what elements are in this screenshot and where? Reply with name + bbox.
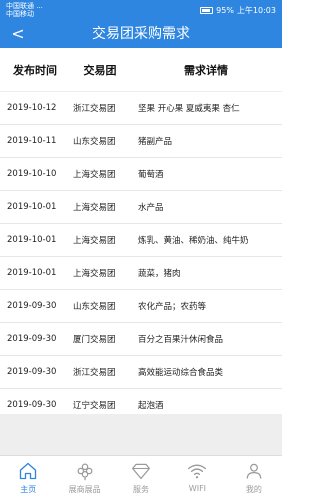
table-row[interactable]: 2019-10-01 上海交易团 炼乳、黄油、稀奶油、纯牛奶 <box>0 224 282 257</box>
row-detail: 猪副产品 <box>138 137 173 147</box>
header-detail: 需求详情 <box>184 63 228 77</box>
table-row[interactable]: 2019-10-11 山东交易团 猪副产品 <box>0 125 282 158</box>
table-row[interactable]: 2019-10-01 上海交易团 蔬菜，猪肉 <box>0 257 282 290</box>
carrier-line-2: 中国移动 <box>6 10 34 18</box>
clock: 上午10:03 <box>236 6 276 15</box>
row-date: 2019-10-10 <box>7 169 57 179</box>
status-bar: 中国联通 ... 中国移动 95% 上午10:03 <box>0 0 282 20</box>
user-icon <box>246 463 262 479</box>
bottom-tab-bar: 主页 展商展品 服务 WIFI 我的 <box>0 455 282 500</box>
row-detail: 农化产品；农药等 <box>138 302 207 312</box>
row-detail: 起泡酒 <box>138 401 164 411</box>
nav-bar: 交易团采购需求 < <box>0 20 282 48</box>
row-detail: 炼乳、黄油、稀奶油、纯牛奶 <box>138 236 249 246</box>
wifi-icon <box>188 464 207 479</box>
tab-wifi[interactable]: WIFI <box>169 456 225 500</box>
row-group: 浙江交易团 <box>73 368 116 378</box>
row-group: 辽宁交易团 <box>73 401 116 411</box>
tab-service[interactable]: 服务 <box>113 456 169 500</box>
row-detail: 坚果 开心果 夏威夷果 杏仁 <box>138 104 240 114</box>
row-date: 2019-10-01 <box>7 235 57 245</box>
row-date: 2019-09-30 <box>7 400 57 410</box>
row-group: 上海交易团 <box>73 236 116 246</box>
row-date: 2019-09-30 <box>7 334 57 344</box>
table-body: 2019-10-12 浙江交易团 坚果 开心果 夏威夷果 杏仁 2019-10-… <box>0 92 282 422</box>
table-row[interactable]: 2019-09-30 厦门交易团 百分之百果汁休闲食品 <box>0 323 282 356</box>
table-row[interactable]: 2019-10-12 浙江交易团 坚果 开心果 夏威夷果 杏仁 <box>0 92 282 125</box>
tab-home[interactable]: 主页 <box>0 456 56 500</box>
row-date: 2019-10-01 <box>7 268 57 278</box>
row-group: 山东交易团 <box>73 137 116 147</box>
row-date: 2019-10-12 <box>7 103 57 113</box>
table-header: 发布时间 交易团 需求详情 <box>0 48 282 92</box>
page-title: 交易团采购需求 <box>92 26 190 42</box>
row-detail: 葡萄酒 <box>138 170 164 180</box>
empty-area <box>0 414 282 455</box>
row-group: 浙江交易团 <box>73 104 116 114</box>
tab-exhibitors-label: 展商展品 <box>68 485 101 494</box>
row-detail: 水产品 <box>138 203 164 213</box>
battery-level: 95% <box>216 6 234 15</box>
row-detail: 蔬菜，猪肉 <box>138 269 181 279</box>
exhibitor-icon <box>77 463 93 481</box>
row-group: 上海交易团 <box>73 269 116 279</box>
status-right: 95% 上午10:03 <box>200 5 276 16</box>
tab-profile-label: 我的 <box>245 485 262 494</box>
row-detail: 高效能运动综合食品类 <box>138 368 224 378</box>
battery-icon <box>200 7 214 14</box>
table-row[interactable]: 2019-09-30 浙江交易团 高效能运动综合食品类 <box>0 356 282 389</box>
home-icon <box>20 462 37 480</box>
table-row[interactable]: 2019-10-01 上海交易团 水产品 <box>0 191 282 224</box>
header-group: 交易团 <box>83 63 117 77</box>
row-date: 2019-10-01 <box>7 202 57 212</box>
row-group: 上海交易团 <box>73 170 116 180</box>
row-date: 2019-09-30 <box>7 367 57 377</box>
row-group: 上海交易团 <box>73 203 116 213</box>
tab-wifi-label: WIFI <box>188 484 207 493</box>
table-row[interactable]: 2019-09-30 山东交易团 农化产品；农药等 <box>0 290 282 323</box>
row-date: 2019-09-30 <box>7 301 57 311</box>
row-group: 山东交易团 <box>73 302 116 312</box>
row-date: 2019-10-11 <box>7 136 57 146</box>
diamond-icon <box>132 463 150 480</box>
carrier-line-1: 中国联通 ... <box>6 2 43 10</box>
tab-profile[interactable]: 我的 <box>226 456 282 500</box>
tab-exhibitors[interactable]: 展商展品 <box>56 456 112 500</box>
carrier-info: 中国联通 ... 中国移动 <box>6 2 43 18</box>
table-row[interactable]: 2019-10-10 上海交易团 葡萄酒 <box>0 158 282 191</box>
back-button[interactable]: < <box>8 23 28 45</box>
chevron-left-icon: < <box>11 24 25 43</box>
row-group: 厦门交易团 <box>73 335 116 345</box>
tab-service-label: 服务 <box>133 485 150 494</box>
tab-home-label: 主页 <box>20 485 37 494</box>
row-detail: 百分之百果汁休闲食品 <box>138 335 224 345</box>
header-date: 发布时间 <box>13 63 57 77</box>
